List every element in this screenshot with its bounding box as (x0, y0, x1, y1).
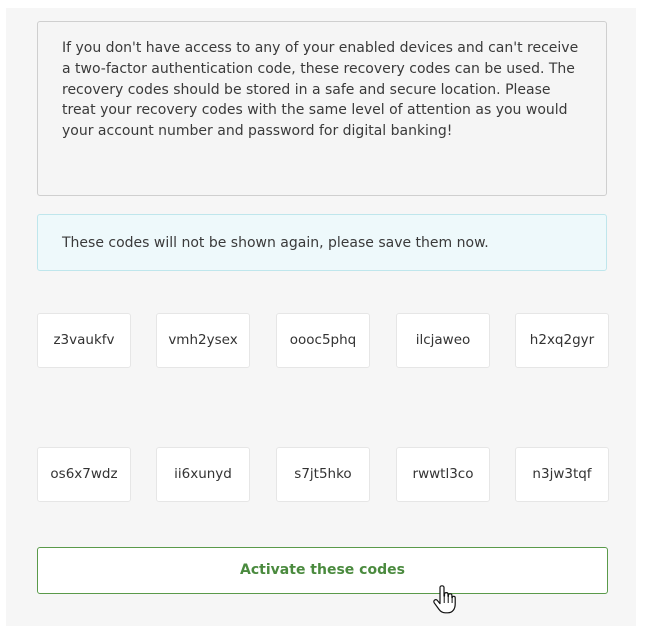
recovery-code: h2xq2gyr (515, 313, 609, 368)
save-codes-alert: These codes will not be shown again, ple… (37, 214, 607, 271)
recovery-code: vmh2ysex (156, 313, 250, 368)
recovery-codes-row-1: z3vaukfv vmh2ysex oooc5phq ilcjaweo h2xq… (37, 313, 609, 368)
recovery-code: oooc5phq (276, 313, 370, 368)
recovery-code: os6x7wdz (37, 447, 131, 502)
recovery-code: s7jt5hko (276, 447, 370, 502)
recovery-code: ii6xunyd (156, 447, 250, 502)
activate-codes-button[interactable]: Activate these codes (37, 547, 608, 594)
save-codes-alert-text: These codes will not be shown again, ple… (62, 235, 489, 251)
recovery-code: ilcjaweo (396, 313, 490, 368)
recovery-info-text: If you don't have access to any of your … (62, 40, 579, 140)
recovery-code: rwwtl3co (396, 447, 490, 502)
recovery-info-box: If you don't have access to any of your … (37, 21, 607, 196)
recovery-code: n3jw3tqf (515, 447, 609, 502)
hand-pointer-icon (433, 585, 456, 614)
recovery-codes-row-2: os6x7wdz ii6xunyd s7jt5hko rwwtl3co n3jw… (37, 447, 609, 502)
recovery-code: z3vaukfv (37, 313, 131, 368)
